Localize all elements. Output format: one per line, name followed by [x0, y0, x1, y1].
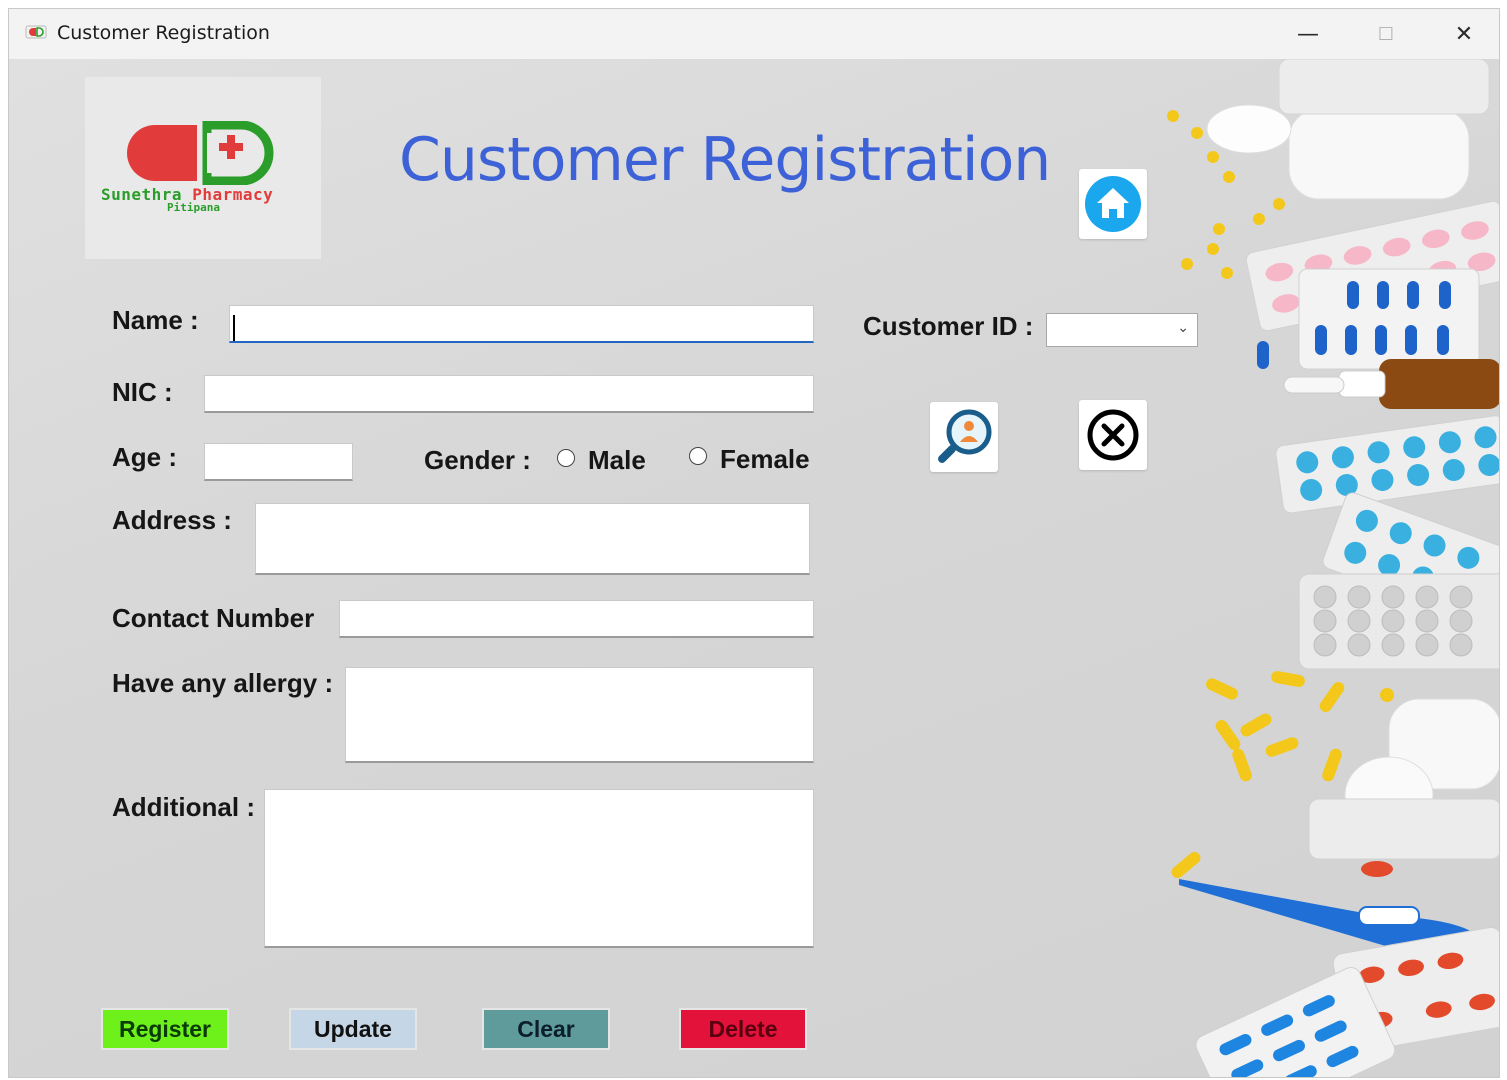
- maximize-button[interactable]: ☐: [1351, 9, 1421, 59]
- nic-input[interactable]: [204, 375, 814, 413]
- gender-male-label: Male: [588, 445, 646, 475]
- page-title: Customer Registration: [399, 125, 1051, 195]
- address-input[interactable]: [255, 503, 810, 575]
- contact-number-label: Contact Number: [112, 603, 315, 633]
- delete-button[interactable]: Delete: [679, 1008, 807, 1050]
- chevron-down-icon: ⌄: [1177, 320, 1189, 336]
- allergy-label: Have any allergy :: [112, 668, 334, 698]
- age-label: Age :: [112, 442, 177, 472]
- home-icon: [1085, 176, 1141, 232]
- app-icon: [25, 25, 47, 39]
- allergy-input[interactable]: [345, 667, 814, 763]
- pills-background-image: [1167, 59, 1499, 1077]
- gender-female-radio[interactable]: [689, 447, 707, 465]
- register-button[interactable]: Register: [101, 1008, 229, 1050]
- gender-label: Gender :: [424, 445, 531, 475]
- gender-male-radio[interactable]: [557, 449, 575, 467]
- customer-id-select[interactable]: ⌄: [1046, 313, 1198, 347]
- app-window: Customer Registration — ☐ ✕ Sunethra Pha…: [8, 8, 1500, 1078]
- close-button[interactable]: ✕: [1429, 9, 1499, 59]
- name-label: Name :: [112, 305, 199, 335]
- user-search-icon: [938, 409, 992, 463]
- cancel-search-button[interactable]: [1079, 400, 1147, 470]
- close-circle-icon: [1087, 409, 1139, 461]
- additional-input[interactable]: [264, 789, 814, 948]
- logo-location: Pitipana: [167, 201, 220, 214]
- minimize-button[interactable]: —: [1273, 9, 1343, 59]
- contact-number-input[interactable]: [339, 600, 814, 638]
- pharmacy-logo: Sunethra Pharmacy Pitipana: [85, 77, 321, 259]
- title-bar: Customer Registration — ☐ ✕: [9, 9, 1499, 60]
- pill-bottle-top: [1206, 104, 1470, 200]
- window-title: Customer Registration: [57, 22, 270, 44]
- text-caret: [233, 315, 235, 341]
- form-canvas: Sunethra Pharmacy Pitipana Customer Regi…: [9, 59, 1499, 1077]
- age-input[interactable]: [204, 443, 353, 481]
- additional-label: Additional :: [112, 792, 255, 822]
- pharmacy-logo-mark: [127, 121, 274, 185]
- home-button[interactable]: [1079, 169, 1147, 239]
- name-input[interactable]: [229, 305, 814, 343]
- update-button[interactable]: Update: [289, 1008, 417, 1050]
- customer-id-label: Customer ID :: [863, 311, 1034, 341]
- nic-label: NIC :: [112, 377, 173, 407]
- gender-female-label: Female: [720, 444, 810, 474]
- address-label: Address :: [112, 505, 232, 535]
- clear-button[interactable]: Clear: [482, 1008, 610, 1050]
- search-customer-button[interactable]: [930, 402, 998, 472]
